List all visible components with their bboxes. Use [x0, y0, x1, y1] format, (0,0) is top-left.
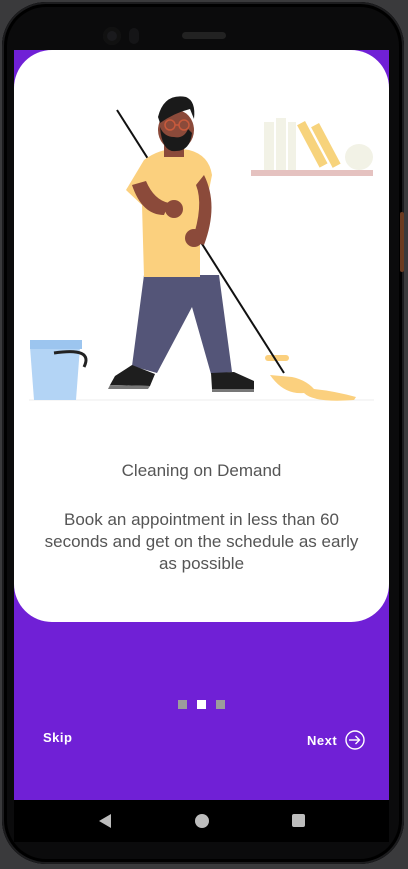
onboarding-description: Book an appointment in less than 60 seco… [44, 510, 359, 573]
triangle-back-icon[interactable] [98, 813, 112, 829]
page-dot-3[interactable] [216, 700, 226, 709]
arrow-right-circle-icon [345, 730, 365, 750]
next-button-label: Next [307, 732, 338, 748]
system-navigation-bar [14, 800, 389, 842]
next-button[interactable]: Next [307, 730, 365, 750]
page-dot-2-active[interactable] [197, 700, 206, 709]
side-button [400, 212, 404, 272]
square-recents-icon[interactable] [292, 814, 305, 827]
page-dot-1[interactable] [177, 700, 187, 709]
page-indicator [14, 696, 389, 714]
sensor [129, 28, 139, 44]
person-mopping-illustration [29, 96, 374, 401]
onboarding-card: Cleaning on Demand Book an appointment i… [14, 50, 389, 622]
earpiece-speaker [182, 32, 226, 39]
front-camera [103, 27, 121, 45]
circle-home-icon[interactable] [195, 814, 209, 828]
onboarding-screen: Cleaning on Demand Book an appointment i… [14, 50, 389, 800]
onboarding-title: Cleaning on Demand [121, 461, 282, 480]
skip-button[interactable]: Skip [43, 730, 72, 745]
